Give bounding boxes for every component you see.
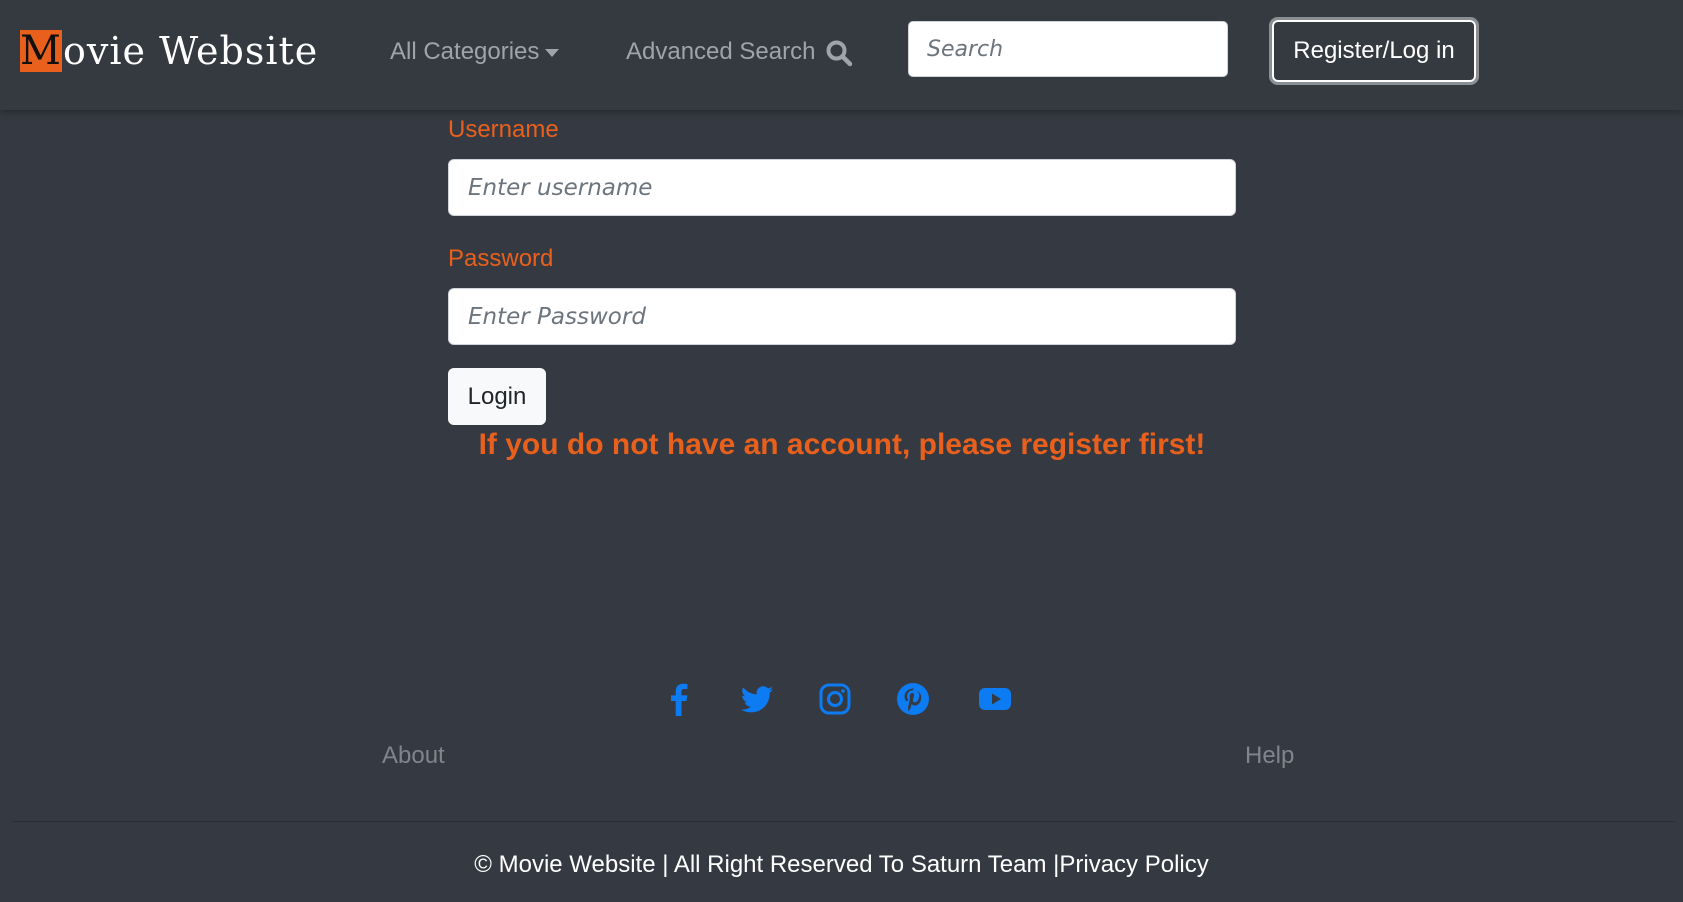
advanced-search-label: Advanced Search <box>626 38 816 65</box>
copyright-text: © Movie Website | All Right Reserved To … <box>474 851 1060 878</box>
caret-down-icon <box>545 49 560 57</box>
all-categories-label: All Categories <box>390 38 540 65</box>
copyright-line: © Movie Website | All Right Reserved To … <box>0 848 1683 882</box>
username-field[interactable] <box>448 159 1236 216</box>
footer-about-link[interactable]: About <box>382 740 445 772</box>
brand-logo-text: ovie Website <box>63 29 319 73</box>
register-login-button[interactable]: Register/Log in <box>1269 17 1479 85</box>
top-navbar: Movie Website All Categories Advanced Se… <box>0 0 1683 110</box>
facebook-icon[interactable] <box>662 682 696 716</box>
brand-logo[interactable]: Movie Website <box>20 28 319 74</box>
password-field[interactable] <box>448 288 1236 345</box>
footer-divider <box>12 821 1675 822</box>
instagram-icon[interactable] <box>818 682 852 716</box>
search-icon[interactable] <box>824 38 854 68</box>
pinterest-icon[interactable] <box>896 682 930 716</box>
register-notice: If you do not have an account, please re… <box>478 428 1206 461</box>
social-links <box>0 682 1683 722</box>
twitter-icon[interactable] <box>740 682 774 716</box>
login-button[interactable]: Login <box>448 368 546 425</box>
search-input[interactable] <box>908 21 1228 77</box>
brand-logo-initial: M <box>20 28 62 74</box>
footer-help-link[interactable]: Help <box>1245 740 1294 772</box>
password-label: Password <box>448 245 554 272</box>
all-categories-dropdown[interactable]: All Categories <box>390 34 560 70</box>
youtube-icon[interactable] <box>978 682 1012 716</box>
privacy-policy-link[interactable]: Privacy Policy <box>1059 851 1208 878</box>
advanced-search-link[interactable]: Advanced Search <box>626 34 815 70</box>
username-label: Username <box>448 116 559 143</box>
